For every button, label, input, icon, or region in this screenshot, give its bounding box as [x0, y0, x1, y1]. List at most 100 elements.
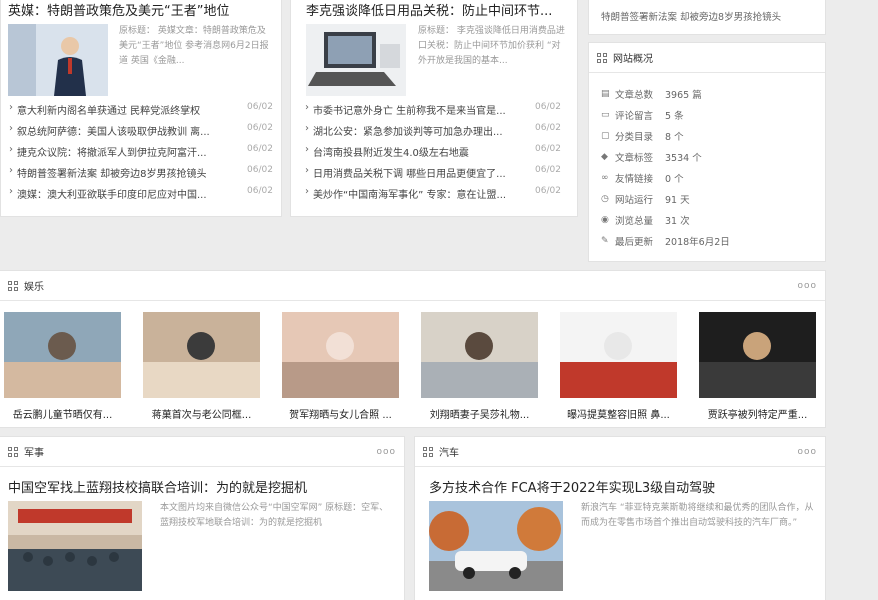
chevron-right-icon: ›	[9, 144, 13, 155]
stat-value: 3534 个	[665, 153, 702, 164]
news-list-title[interactable]: 特朗普签署新法案 却被旁边8岁男孩抢镜头	[17, 165, 239, 180]
headline-link[interactable]: 英媒：特朗普政策危及美元“王者”地位	[8, 0, 278, 19]
news-card-middle: 李克强谈降低日用品关税：防止中间环节... 原标题： 李克强谈降低日用消费品进口…	[290, 0, 578, 217]
entertainment-thumbnail[interactable]	[560, 312, 677, 398]
entertainment-header: 娱乐 ooo	[0, 271, 825, 301]
more-icon[interactable]: ooo	[797, 281, 817, 291]
stat-label: 友情链接	[615, 174, 654, 185]
entertainment-thumbnail[interactable]	[143, 312, 260, 398]
news-list-item[interactable]: › 台湾南投县附近发生4.0级左右地震 06/02	[305, 144, 573, 159]
stat-row: ▤ 文章总数 3965 篇	[601, 87, 702, 101]
headline-thumbnail[interactable]	[8, 501, 142, 591]
news-list-date: 06/02	[247, 165, 273, 175]
tag-icon: ◆	[601, 152, 608, 162]
news-list-item[interactable]: › 捷克众议院：将撤派军人到伊拉克阿富汗... 06/02	[9, 144, 275, 159]
comment-icon: ▭	[601, 110, 610, 120]
news-list-title[interactable]: 叙总统阿萨德：美国人该吸取伊战教训 离...	[17, 123, 239, 138]
headline-summary: 原标题： 李克强谈降低日用消费品进口关税：防止中间环节加价获利 “对外开放是我国…	[418, 26, 565, 66]
more-icon[interactable]: ooo	[376, 447, 396, 457]
stat-value: 5 条	[665, 111, 684, 122]
stat-value: 8 个	[665, 132, 684, 143]
news-list-title[interactable]: 台湾南投县附近发生4.0级左右地震	[313, 144, 527, 159]
news-list-title[interactable]: 捷克众议院：将撤派军人到伊拉克阿富汗...	[17, 144, 239, 159]
entertainment-item[interactable]: 岳云鹏儿童节晒仅有...	[4, 312, 121, 421]
stat-value: 3965 篇	[665, 90, 702, 101]
stat-label: 评论留言	[615, 111, 654, 122]
entertainment-thumbnail[interactable]	[699, 312, 816, 398]
entertainment-caption[interactable]: 蒋菓首次与老公同框...	[143, 406, 260, 421]
latest-item-link[interactable]: 特朗普签署新法案 却被旁边8岁男孩抢镜头	[601, 9, 781, 23]
entertainment-caption[interactable]: 岳云鹏儿童节晒仅有...	[4, 406, 121, 421]
headline-link[interactable]: 多方技术合作 FCA将于2022年实现L3级自动驾驶	[429, 477, 819, 496]
news-list-title[interactable]: 日用消费品关税下调 哪些日用品更便宜了...	[313, 165, 527, 180]
clock-icon: ◷	[601, 194, 609, 204]
headline-summary: 新浪汽车 “菲亚特克莱斯勒将继续和最优秀的团队合作，从而成为在零售市场首个推出自…	[581, 503, 814, 528]
news-list-item[interactable]: › 市委书记意外身亡 生前称我不是来当官是... 06/02	[305, 102, 573, 117]
auto-section: 汽车 ooo 多方技术合作 FCA将于2022年实现L3级自动驾驶 新浪汽车 “…	[414, 436, 826, 600]
news-list-item[interactable]: › 美炒作“中国南海军事化” 专家：意在让盟... 06/02	[305, 186, 573, 201]
news-list-date: 06/02	[247, 186, 273, 196]
entertainment-item[interactable]: 蒋菓首次与老公同框...	[143, 312, 260, 421]
stat-row: ▢ 分类目录 8 个	[601, 129, 684, 143]
news-list-item[interactable]: › 叙总统阿萨德：美国人该吸取伊战教训 离... 06/02	[9, 123, 275, 138]
chevron-right-icon: ›	[305, 123, 309, 134]
site-overview-panel: 网站概况 ▤ 文章总数 3965 篇 ▭ 评论留言 5 条 ▢ 分类目录 8 个 ◆ 文章标签 353…	[588, 42, 826, 262]
stat-label: 浏览总量	[615, 216, 654, 227]
chevron-right-icon: ›	[305, 165, 309, 176]
stat-row: ◉ 浏览总量 31 次	[601, 213, 690, 227]
stat-row: ▭ 评论留言 5 条	[601, 108, 684, 122]
entertainment-thumbnail[interactable]	[421, 312, 538, 398]
news-list-title[interactable]: 湖北公安：紧急参加谈判等可加急办理出...	[313, 123, 527, 138]
entertainment-caption[interactable]: 贾跃亭被列特定严重...	[699, 406, 816, 421]
entertainment-caption[interactable]: 贺军翔晒与女儿合照 ...	[282, 406, 399, 421]
entertainment-item[interactable]: 贾跃亭被列特定严重...	[699, 312, 816, 421]
news-list-date: 06/02	[535, 165, 561, 175]
site-overview-title: 网站概况	[613, 54, 653, 65]
news-list-date: 06/02	[535, 123, 561, 133]
news-list-date: 06/02	[535, 186, 561, 196]
news-list-title[interactable]: 美炒作“中国南海军事化” 专家：意在让盟...	[313, 186, 527, 201]
stat-label: 分类目录	[615, 132, 654, 143]
stat-row: ✎ 最后更新 2018年6月2日	[601, 234, 730, 248]
section-title: 汽车	[439, 448, 459, 459]
chevron-right-icon: ›	[305, 144, 309, 155]
latest-item-card: 特朗普签署新法案 却被旁边8岁男孩抢镜头	[588, 0, 826, 35]
headline-link[interactable]: 李克强谈降低日用品关税：防止中间环节...	[306, 0, 568, 19]
news-list-item[interactable]: › 意大利新内阁名单获通过 民粹党派终掌权 06/02	[9, 102, 275, 117]
entertainment-thumbnail[interactable]	[4, 312, 121, 398]
headline-link[interactable]: 中国空军找上蓝翔技校搞联合培训：为的就是挖掘机	[8, 477, 400, 496]
entertainment-caption[interactable]: 刘翔晒妻子吴莎礼物...	[421, 406, 538, 421]
headline-thumbnail[interactable]	[8, 24, 108, 96]
stat-row: ◷ 网站运行 91 天	[601, 192, 690, 206]
news-list-item[interactable]: › 澳媒：澳大利亚欲联手印度印尼应对中国... 06/02	[9, 186, 275, 201]
entertainment-thumbnail[interactable]	[282, 312, 399, 398]
folder-icon: ▢	[601, 131, 610, 141]
stat-label: 文章总数	[615, 90, 654, 101]
grid-icon	[597, 52, 607, 63]
news-list-title[interactable]: 澳媒：澳大利亚欲联手印度印尼应对中国...	[17, 186, 239, 201]
grid-icon	[8, 446, 18, 457]
news-list-item[interactable]: › 日用消费品关税下调 哪些日用品更便宜了... 06/02	[305, 165, 573, 180]
news-list-title[interactable]: 市委书记意外身亡 生前称我不是来当官是...	[313, 102, 527, 117]
more-icon[interactable]: ooo	[797, 447, 817, 457]
headline-thumbnail[interactable]	[306, 24, 406, 96]
military-photo-placeholder	[8, 501, 142, 591]
stat-value: 0 个	[665, 174, 684, 185]
entertainment-item[interactable]: 贺军翔晒与女儿合照 ...	[282, 312, 399, 421]
entertainment-caption[interactable]: 曝冯提莫整容旧照 鼻...	[560, 406, 677, 421]
news-list-item[interactable]: › 特朗普签署新法案 却被旁边8岁男孩抢镜头 06/02	[9, 165, 275, 180]
trump-photo-placeholder	[8, 24, 108, 96]
link-icon: ∞	[601, 173, 609, 183]
entertainment-item[interactable]: 曝冯提莫整容旧照 鼻...	[560, 312, 677, 421]
military-header: 军事 ooo	[0, 437, 404, 467]
news-list-item[interactable]: › 湖北公安：紧急参加谈判等可加急办理出... 06/02	[305, 123, 573, 138]
stat-label: 最后更新	[615, 237, 654, 248]
chevron-right-icon: ›	[9, 102, 13, 113]
headline-thumbnail[interactable]	[429, 501, 563, 591]
entertainment-item[interactable]: 刘翔晒妻子吴莎礼物...	[421, 312, 538, 421]
news-list-title[interactable]: 意大利新内阁名单获通过 民粹党派终掌权	[17, 102, 239, 117]
site-overview-header: 网站概况	[589, 43, 825, 73]
section-title: 军事	[24, 448, 44, 459]
stat-value: 31 次	[665, 216, 690, 227]
military-section: 军事 ooo 中国空军找上蓝翔技校搞联合培训：为的就是挖掘机 本文图片均来自微信…	[0, 436, 405, 600]
